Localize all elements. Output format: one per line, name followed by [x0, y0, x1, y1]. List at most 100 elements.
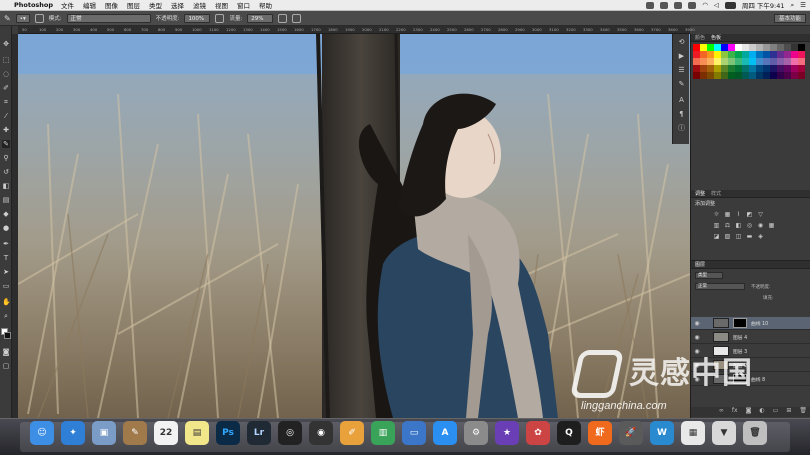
color-swatch[interactable] — [742, 65, 749, 72]
dock-trash-icon[interactable]: 🗑 — [743, 421, 767, 445]
color-swatch[interactable] — [784, 72, 791, 79]
dock-app-w-icon[interactable]: W — [650, 421, 674, 445]
curves-icon[interactable]: ⌇ — [735, 211, 742, 218]
dock-pages-icon[interactable]: ✐ — [340, 421, 364, 445]
color-swatch[interactable] — [749, 72, 756, 79]
color-swatch[interactable] — [777, 72, 784, 79]
gradient-map-icon[interactable]: ▬ — [746, 233, 753, 240]
color-swatch[interactable] — [693, 65, 700, 72]
selective-color-icon[interactable]: ◈ — [757, 233, 764, 240]
healing-brush-tool-icon[interactable]: ✚ — [2, 126, 10, 134]
pressure-size-icon[interactable] — [292, 13, 302, 23]
history-brush-tool-icon[interactable]: ↺ — [2, 168, 10, 176]
brightness-contrast-icon[interactable]: ☼ — [713, 211, 720, 218]
color-swatch[interactable] — [721, 65, 728, 72]
color-swatch[interactable] — [735, 72, 742, 79]
color-swatch[interactable] — [700, 72, 707, 79]
spotlight-icon[interactable]: ⌕ — [791, 1, 795, 10]
levels-icon[interactable]: ▦ — [724, 211, 731, 218]
color-swatch[interactable] — [749, 65, 756, 72]
color-swatch[interactable] — [714, 65, 721, 72]
color-swatch[interactable] — [798, 58, 805, 65]
color-swatch[interactable] — [707, 65, 714, 72]
color-swatch[interactable] — [749, 44, 756, 51]
dock-lightroom-icon[interactable]: Lr — [247, 421, 271, 445]
color-swatch[interactable] — [756, 44, 763, 51]
color-swatch[interactable] — [742, 51, 749, 58]
type-tool-icon[interactable]: T — [2, 254, 10, 262]
color-swatch[interactable] — [728, 44, 735, 51]
color-swatch[interactable] — [763, 72, 770, 79]
dock-aperture-icon[interactable]: ◎ — [278, 421, 302, 445]
color-swatch[interactable] — [728, 58, 735, 65]
quick-mask-icon[interactable]: ◙ — [2, 348, 10, 356]
brush-size-picker[interactable]: •▾ — [15, 13, 30, 23]
black-white-icon[interactable]: ◧ — [735, 222, 742, 229]
dodge-tool-icon[interactable]: ● — [2, 224, 10, 232]
character-panel-icon[interactable]: A — [677, 96, 686, 105]
hue-saturation-icon[interactable]: ▥ — [713, 222, 720, 229]
color-swatch[interactable] — [721, 72, 728, 79]
color-swatch[interactable] — [700, 51, 707, 58]
blur-tool-icon[interactable]: ◆ — [2, 210, 10, 218]
color-swatch[interactable] — [763, 65, 770, 72]
color-swatch[interactable] — [721, 51, 728, 58]
color-swatch[interactable] — [756, 58, 763, 65]
pressure-opacity-icon[interactable] — [215, 13, 225, 23]
color-swatch[interactable] — [728, 51, 735, 58]
color-balance-icon[interactable]: ⚖ — [724, 222, 731, 229]
marquee-tool-icon[interactable]: ⬚ — [2, 56, 10, 64]
history-panel-icon[interactable]: ⟲ — [677, 38, 686, 47]
crop-tool-icon[interactable]: ⌗ — [2, 98, 10, 106]
color-lookup-icon[interactable]: ▦ — [768, 222, 775, 229]
tray-app-icon[interactable] — [646, 1, 655, 9]
color-swatch[interactable] — [693, 51, 700, 58]
gradient-tool-icon[interactable]: ▤ — [2, 196, 10, 204]
color-swatch[interactable] — [693, 72, 700, 79]
color-swatch[interactable] — [770, 51, 777, 58]
color-swatch[interactable] — [756, 51, 763, 58]
brush-panel-toggle-icon[interactable] — [34, 13, 44, 23]
invert-icon[interactable]: ◪ — [713, 233, 720, 240]
layer-row[interactable]: ◉ 图层 4 — [691, 331, 810, 344]
move-tool-icon[interactable]: ✥ — [2, 40, 10, 48]
properties-panel-icon[interactable]: ☰ — [677, 66, 686, 75]
airbrush-icon[interactable] — [278, 13, 288, 23]
dock-qq-icon[interactable]: Q — [557, 421, 581, 445]
menu-select[interactable]: 选择 — [171, 0, 184, 10]
color-swatch[interactable] — [798, 72, 805, 79]
color-swatch[interactable] — [700, 44, 707, 51]
color-swatch[interactable] — [735, 65, 742, 72]
color-swatch[interactable] — [693, 58, 700, 65]
battery-icon[interactable] — [724, 1, 736, 9]
dock-preview-icon[interactable]: ▣ — [92, 421, 116, 445]
color-swatch[interactable] — [707, 72, 714, 79]
dock-stickies-icon[interactable]: ▤ — [185, 421, 209, 445]
dock-appstore-icon[interactable]: A — [433, 421, 457, 445]
zoom-tool-icon[interactable]: ⌕ — [2, 312, 10, 320]
posterize-icon[interactable]: ▧ — [724, 233, 731, 240]
dock-camera-icon[interactable]: ◉ — [309, 421, 333, 445]
threshold-icon[interactable]: ◫ — [735, 233, 742, 240]
color-swatch[interactable] — [756, 72, 763, 79]
brush-tool-icon[interactable]: ✎ — [4, 14, 11, 23]
lasso-tool-icon[interactable]: ◌ — [2, 70, 10, 78]
dock-safari-icon[interactable]: ✦ — [61, 421, 85, 445]
screen-mode-icon[interactable]: ▢ — [2, 362, 10, 370]
color-swatch[interactable] — [735, 44, 742, 51]
color-swatch[interactable] — [721, 44, 728, 51]
color-swatch[interactable] — [798, 51, 805, 58]
menu-clock[interactable]: 周四 下午9:41 — [742, 0, 785, 10]
color-swatch[interactable] — [707, 51, 714, 58]
menu-filter[interactable]: 滤镜 — [193, 0, 206, 10]
brush-presets-icon[interactable]: ✎ — [677, 80, 686, 89]
tab-layers[interactable]: 图层 — [695, 261, 705, 268]
info-panel-icon[interactable]: ⓘ — [677, 124, 686, 133]
dock-finder-folder-icon[interactable]: ▦ — [681, 421, 705, 445]
color-swatch[interactable] — [798, 44, 805, 51]
tray-app-icon-3[interactable] — [674, 1, 683, 9]
color-swatch[interactable] — [728, 65, 735, 72]
color-swatch[interactable] — [791, 51, 798, 58]
dock-imovie-icon[interactable]: ★ — [495, 421, 519, 445]
dock-downloads-icon[interactable]: ▼ — [712, 421, 736, 445]
